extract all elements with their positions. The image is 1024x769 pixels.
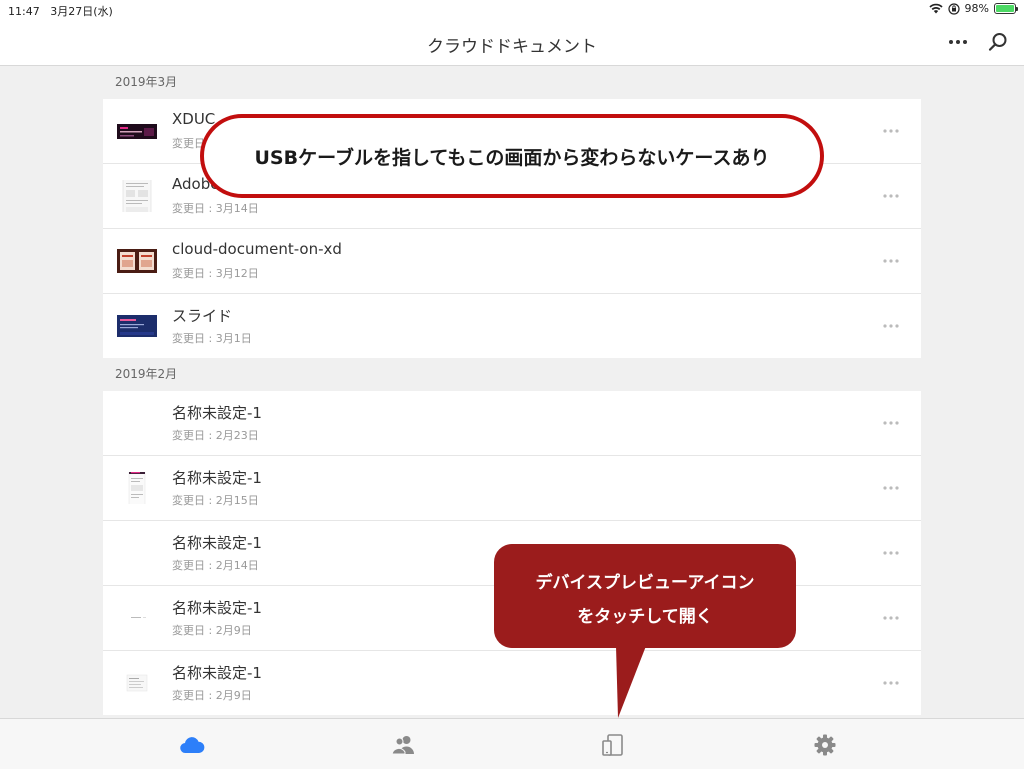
row-more-icon[interactable] [881,123,901,139]
row-more-icon[interactable] [881,545,901,561]
modified-date: 変更日 : 2月23日 [172,429,259,442]
month-section: 2019年2月 名称未設定-1 変更日 : 2月23日 名称未設定-1 変更日 … [103,358,921,715]
document-thumbnail [117,315,157,337]
document-row[interactable]: 名称未設定-1 変更日 : 2月15日 [103,456,921,521]
modified-date: 変更日 : 3月1日 [172,332,252,345]
document-row[interactable]: 名称未設定-1 変更日 : 2月9日 [103,651,921,715]
search-icon[interactable] [986,30,1010,54]
row-more-icon[interactable] [881,415,901,431]
modified-date: 変更日 : 2月9日 [172,689,252,702]
document-name: 名称未設定-1 [172,404,262,422]
settings-gear-icon[interactable] [812,732,838,758]
usb-note-callout: USBケーブルを指してもこの画面から変わらないケースあり [200,114,824,198]
document-row[interactable]: スライド 変更日 : 3月1日 [103,294,921,358]
usb-note-text: USBケーブルを指してもこの画面から変わらないケースあり [254,146,770,169]
document-row[interactable]: cloud-document-on-xd 変更日 : 3月12日 [103,229,921,294]
modified-date: 変更日 : 2月14日 [172,559,259,572]
device-preview-icon[interactable] [600,732,626,758]
row-more-icon[interactable] [881,675,901,691]
row-more-icon[interactable] [881,188,901,204]
document-name: cloud-document-on-xd [172,240,342,258]
people-icon[interactable] [390,732,416,758]
document-name: 名称未設定-1 [172,469,262,487]
orientation-lock-icon [947,2,960,15]
section-header: 2019年2月 [115,367,178,381]
callout-text-line1: デバイスプレビューアイコン [535,573,755,593]
document-thumbnail [117,124,157,139]
top-navigation-bar: クラウドドキュメント [0,20,1024,66]
modified-date: 変更日 : 2月15日 [172,494,259,507]
device-preview-callout: デバイスプレビューアイコン をタッチして開く [494,544,796,648]
battery-fill [996,5,1014,12]
row-more-icon[interactable] [881,480,901,496]
document-name: 名称未設定-1 [172,534,262,552]
status-bar: 11:47 3月27日(水) 98% [0,0,1024,20]
month-section: 2019年3月 XDUC 変更日 : 3月 Adobe XD 変更日 : 3月1… [103,66,921,358]
document-thumbnail [122,180,152,212]
battery-percent: 98% [964,2,989,15]
callout-pointer [616,646,646,718]
row-more-icon[interactable] [881,318,901,334]
document-name: XDUC [172,110,216,128]
document-name: 名称未設定-1 [172,664,262,682]
status-time: 11:47 3月27日(水) [8,5,113,18]
row-more-icon[interactable] [881,253,901,269]
section-header: 2019年3月 [115,75,178,89]
callout-text-line2: をタッチして開く [577,607,713,627]
status-indicators: 98% [928,2,1018,15]
cloud-icon[interactable] [179,732,205,758]
row-more-icon[interactable] [881,610,901,626]
document-row[interactable]: 名称未設定-1 変更日 : 2月23日 [103,391,921,456]
document-thumbnail [126,674,148,692]
battery-icon [994,3,1018,14]
document-name: スライド [172,307,233,325]
page-title: クラウドドキュメント [427,37,597,57]
document-name: 名称未設定-1 [172,599,262,617]
modified-date: 変更日 : 3月12日 [172,267,259,280]
document-thumbnail [117,249,157,273]
modified-date: 変更日 : 2月9日 [172,624,252,637]
document-thumbnail [128,472,146,504]
document-thumbnail [131,617,146,618]
wifi-icon [928,3,943,14]
modified-date: 変更日 : 3月14日 [172,202,259,215]
more-options-icon[interactable] [946,32,970,52]
document-thumbnail [117,407,157,439]
document-thumbnail [117,537,157,569]
bottom-tab-bar [0,718,1024,769]
